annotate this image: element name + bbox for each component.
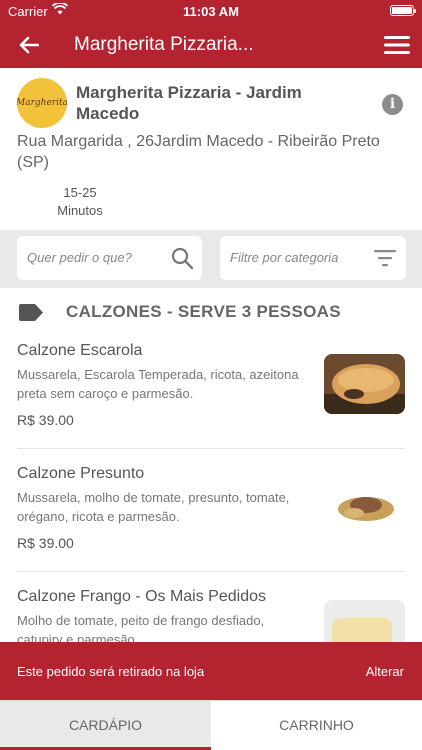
product-name: Calzone Escarola <box>17 342 143 359</box>
info-icon[interactable]: i <box>382 94 403 115</box>
delivery-time-unit: Minutos <box>57 203 103 218</box>
tab-bar: CARDÁPIO CARRINHO <box>0 700 422 750</box>
tab-cart-label: CARRINHO <box>279 717 354 733</box>
search-input[interactable]: Quer pedir o que? <box>17 236 202 280</box>
product-item[interactable]: Calzone Presunto Mussarela, molho de tom… <box>0 457 422 581</box>
product-description: Mussarela, Escarola Temperada, ricota, a… <box>17 367 299 401</box>
change-button[interactable]: Alterar <box>366 664 404 679</box>
page-title: Margherita Pizzaria... <box>74 34 254 55</box>
search-icon[interactable] <box>170 246 194 275</box>
category-section-header: CALZONES - SERVE 3 PESSOAS <box>0 288 422 334</box>
tab-cart[interactable]: CARRINHO <box>211 701 422 750</box>
product-name: Calzone Presunto <box>17 465 145 482</box>
menu-button[interactable] <box>382 30 412 60</box>
product-list[interactable]: Calzone Escarola Mussarela, Escarola Tem… <box>0 334 422 642</box>
store-logo: Margherita <box>17 78 67 128</box>
product-description: Molho de tomate, peito de frango desfiad… <box>17 613 265 642</box>
back-arrow-icon <box>19 36 39 54</box>
section-title: CALZONES - SERVE 3 PESSOAS <box>66 302 341 321</box>
delivery-time-range: 15-25 <box>63 185 97 200</box>
store-header: Margherita Margherita Pizzaria - Jardim … <box>0 68 422 230</box>
navigation-bar: Margherita Pizzaria... <box>0 22 422 68</box>
category-placeholder: Filtre por categoria <box>230 250 339 265</box>
product-description: Mussarela, molho de tomate, presunto, to… <box>17 490 290 524</box>
battery-icon <box>390 5 416 16</box>
tag-icon <box>19 304 43 326</box>
product-name: Calzone Frango - Os Mais Pedidos <box>17 588 266 605</box>
pickup-banner: Este pedido será retirado na loja Altera… <box>0 642 422 700</box>
product-image <box>324 477 405 537</box>
product-image <box>324 600 405 642</box>
product-price: R$ 39.00 <box>17 535 74 551</box>
search-placeholder: Quer pedir o que? <box>27 250 132 265</box>
pickup-message: Este pedido será retirado na loja <box>17 664 205 679</box>
divider <box>17 571 405 572</box>
filter-bar: Quer pedir o que? Filtre por categoria <box>0 230 422 288</box>
store-address: Rua Margarida , 26Jardim Macedo - Ribeir… <box>17 133 380 171</box>
product-price: R$ 39.00 <box>17 412 74 428</box>
status-bar: Carrier 11:03 AM <box>0 0 422 22</box>
product-item[interactable]: Calzone Frango - Os Mais Pedidos Molho d… <box>0 580 422 642</box>
divider <box>17 448 405 449</box>
clock: 11:03 AM <box>183 4 239 19</box>
filter-icon[interactable] <box>374 249 396 272</box>
store-logo-text: Margherita <box>17 98 67 108</box>
hamburger-icon <box>384 36 410 54</box>
tab-menu[interactable]: CARDÁPIO <box>0 701 211 750</box>
store-name: Margherita Pizzaria - Jardim Macedo <box>76 83 302 123</box>
category-filter[interactable]: Filtre por categoria <box>220 236 406 280</box>
back-button[interactable] <box>14 30 44 60</box>
product-item[interactable]: Calzone Escarola Mussarela, Escarola Tem… <box>0 334 422 458</box>
delivery-time: 15-25 Minutos <box>40 184 120 220</box>
product-image <box>324 354 405 414</box>
tab-menu-label: CARDÁPIO <box>68 717 143 733</box>
